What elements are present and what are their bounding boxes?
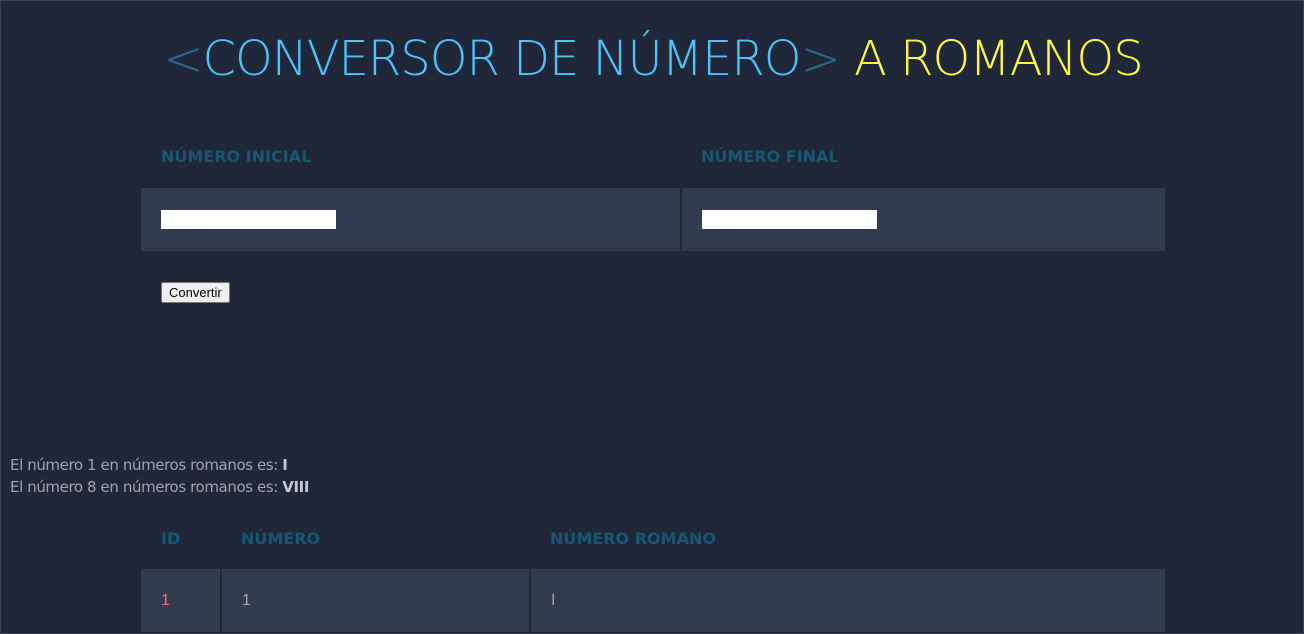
title-bracket-open: < [163,31,203,87]
header-initial-number: NÚMERO INICIAL [141,125,681,188]
table-row: 1 1 I [141,568,1165,632]
result-roman: VIII [282,478,310,496]
cell-id: 1 [141,568,221,632]
result-text: El número 1 en números romanos es: [10,456,283,474]
column-header-number: NÚMERO [221,508,530,569]
table-header-row: ID NÚMERO NÚMERO ROMANO [141,508,1165,569]
initial-number-input[interactable] [161,210,336,229]
result-line: El número 1 en números romanos es: I [10,454,309,476]
result-line: El número 8 en números romanos es: VIII [10,476,309,498]
title-bracket-close: > [800,31,841,87]
convert-button[interactable]: Convertir [161,282,230,303]
form-input-row [141,187,1165,251]
column-header-roman: NÚMERO ROMANO [530,508,1165,569]
cell-roman: I [529,568,1165,632]
cell-number: 1 [220,568,530,632]
title-main: CONVERSOR DE NÚMERO [202,31,802,87]
final-number-cell [680,187,1165,251]
result-roman: I [282,456,288,474]
title-accent: A ROMANOS [854,31,1144,87]
column-header-id: ID [141,508,221,569]
results-list: El número 1 en números romanos es: I El … [10,454,309,498]
initial-number-cell [141,187,681,251]
conversion-form-table: NÚMERO INICIAL NÚMERO FINAL [141,125,1165,251]
page: <CONVERSOR DE NÚMERO> A ROMANOS NÚMERO I… [0,0,1304,634]
page-title: <CONVERSOR DE NÚMERO> A ROMANOS [1,29,1304,89]
final-number-input[interactable] [702,210,877,229]
form-header-row: NÚMERO INICIAL NÚMERO FINAL [141,125,1165,188]
header-final-number: NÚMERO FINAL [681,125,1165,188]
results-table: ID NÚMERO NÚMERO ROMANO 1 1 I [141,508,1165,632]
result-text: El número 8 en números romanos es: [10,478,283,496]
